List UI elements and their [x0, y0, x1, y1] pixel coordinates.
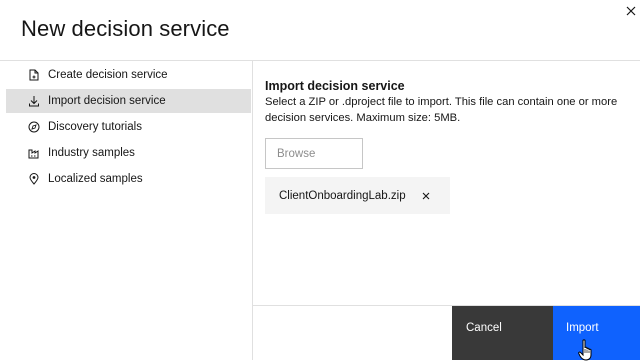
import-description: Select a ZIP or .dproject file to import…: [265, 96, 618, 124]
nav-item-label: Create decision service: [48, 69, 168, 81]
nav-item-industry[interactable]: Industry samples: [6, 141, 251, 165]
remove-file-button[interactable]: [420, 190, 432, 202]
nav-item-label: Import decision service: [48, 95, 166, 107]
browse-label: Browse: [277, 147, 316, 160]
cancel-button[interactable]: Cancel: [452, 306, 553, 360]
nav-item-label: Industry samples: [48, 147, 135, 159]
nav-item-import[interactable]: Import decision service: [6, 89, 251, 113]
import-label: Import: [566, 322, 599, 334]
file-name: ClientOnboardingLab.zip: [279, 189, 406, 202]
nav-item-create[interactable]: Create decision service: [6, 63, 251, 87]
nav-item-tutorials[interactable]: Discovery tutorials: [6, 115, 251, 139]
nav-item-label: Localized samples: [48, 173, 143, 185]
import-title: Import decision service: [265, 79, 405, 93]
industry-icon: [26, 145, 42, 161]
selected-file-chip: ClientOnboardingLab.zip: [265, 177, 450, 214]
nav-panel: Create decision service Import decision …: [0, 61, 253, 360]
hand-cursor-icon: [578, 339, 592, 361]
cancel-label: Cancel: [466, 322, 502, 334]
compass-icon: [26, 119, 42, 135]
close-icon: [422, 192, 429, 199]
location-icon: [26, 171, 42, 187]
import-button[interactable]: Import: [553, 306, 640, 360]
close-icon: [626, 6, 636, 16]
nav-item-label: Discovery tutorials: [48, 121, 142, 133]
download-icon: [26, 93, 42, 109]
nav-item-localized[interactable]: Localized samples: [6, 167, 251, 191]
dialog-title: New decision service: [21, 16, 230, 41]
close-button[interactable]: [624, 4, 638, 18]
browse-button[interactable]: Browse: [265, 138, 363, 169]
import-panel: Import decision service Select a ZIP or …: [253, 61, 640, 361]
new-file-icon: [26, 67, 42, 83]
